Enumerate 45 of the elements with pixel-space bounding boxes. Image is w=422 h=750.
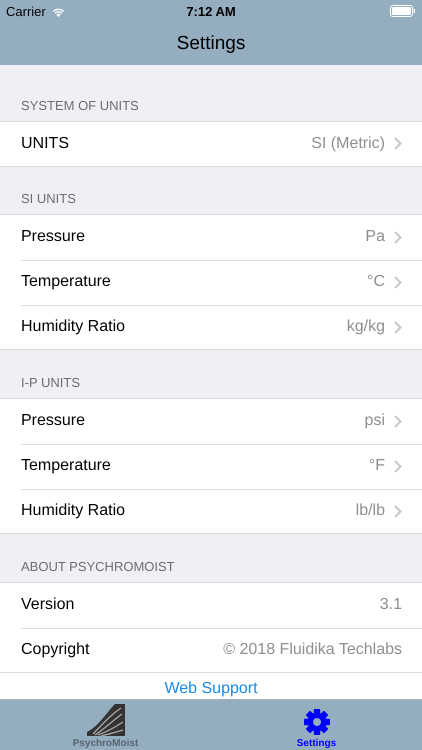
settings-row[interactable]: Pressure Pa xyxy=(0,215,422,260)
chevron-icon xyxy=(394,137,402,150)
row-value: °F xyxy=(368,457,385,476)
row-label: Temperature xyxy=(21,457,112,476)
settings-row[interactable]: Humidity Ratio kg/kg xyxy=(0,304,422,350)
chevron-icon xyxy=(394,460,402,473)
row-label: Humidity Ratio xyxy=(21,502,126,520)
status-time: 7:12 AM xyxy=(186,4,236,18)
chevron-icon xyxy=(394,414,402,428)
section-header: I-P UNITS xyxy=(21,375,80,390)
chevron-icon xyxy=(394,230,402,244)
row-value: kg/kg xyxy=(346,318,385,336)
settings-row[interactable]: Pressure psi xyxy=(0,399,422,444)
settings-row[interactable]: UNITS SI (Metric) xyxy=(0,122,422,166)
settings-row[interactable]: Temperature °F xyxy=(0,443,422,488)
row-value: SI (Metric) xyxy=(311,134,385,153)
row-value: lb/lb xyxy=(356,502,385,520)
web-support-link[interactable]: Web Support xyxy=(164,679,258,699)
row-label: Temperature xyxy=(21,273,112,292)
row-value: © 2018 Fluidika Techlabs xyxy=(223,641,402,660)
section-header: SYSTEM OF UNITS xyxy=(21,98,139,113)
chevron-icon xyxy=(394,276,402,289)
row-label: Copyright xyxy=(21,641,90,660)
row-label: Humidity Ratio xyxy=(21,318,126,336)
carrier-name: Carrier xyxy=(6,4,46,18)
section-header: ABOUT PSYCHROMOIST xyxy=(21,559,175,574)
tab-item[interactable]: Settings xyxy=(211,700,422,750)
section-header: SI UNITS xyxy=(21,191,76,206)
chart-icon xyxy=(86,704,124,736)
row-label: UNITS xyxy=(21,134,70,153)
row-value: °C xyxy=(367,273,385,292)
nav-title: Settings xyxy=(176,32,246,54)
row-value: 3.1 xyxy=(380,596,402,614)
chevron-icon xyxy=(394,504,402,518)
row-label: Version xyxy=(21,596,76,614)
settings-row[interactable]: Temperature °C xyxy=(0,259,422,304)
row-value: psi xyxy=(364,412,385,430)
chevron-icon xyxy=(394,320,402,334)
row-label: Pressure xyxy=(21,412,86,430)
row-label: Pressure xyxy=(21,228,86,246)
battery-icon xyxy=(390,5,416,17)
row-value: Pa xyxy=(365,228,385,246)
wifi-icon xyxy=(50,6,66,16)
settings-icon xyxy=(302,708,330,736)
settings-row[interactable]: Humidity Ratio lb/lb xyxy=(0,488,422,534)
